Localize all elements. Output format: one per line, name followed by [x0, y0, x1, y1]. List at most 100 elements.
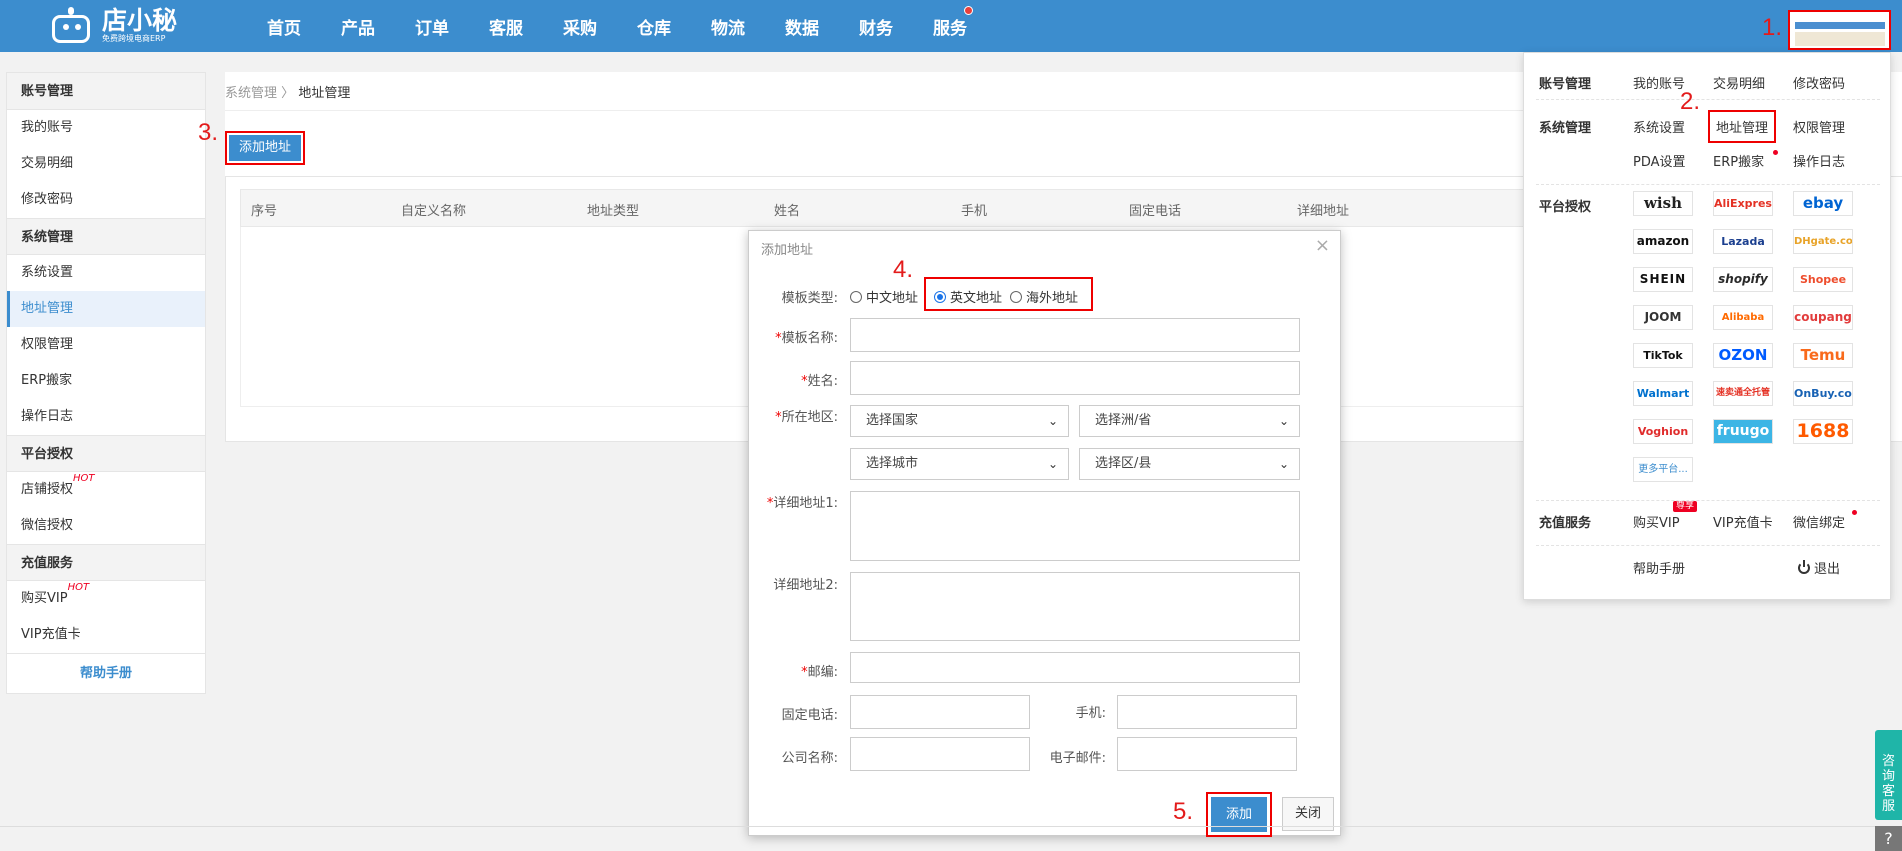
sidebar-help-link[interactable]: 帮助手册: [7, 653, 205, 693]
platform-wish[interactable]: wish: [1633, 191, 1693, 216]
nav-warehouse[interactable]: 仓库: [617, 14, 691, 39]
buy-vip-label: 购买VIP: [21, 591, 68, 606]
add-address-label: 添加地址: [229, 135, 301, 161]
sidebar-item-transactions[interactable]: 交易明细: [7, 146, 205, 182]
radio-circle: [850, 290, 862, 303]
sidebar-item-permissions[interactable]: 权限管理: [7, 327, 205, 363]
platform-lazada[interactable]: Lazada: [1713, 229, 1773, 254]
nav-data[interactable]: 数据: [765, 14, 839, 39]
dd-help-manual[interactable]: 帮助手册: [1633, 558, 1685, 577]
col-index: 序号: [251, 204, 278, 219]
sidebar-item-erp-migration[interactable]: ERP搬家: [7, 363, 205, 399]
platform-onbuy[interactable]: OnBuy.com: [1793, 381, 1853, 406]
zip-input[interactable]: [850, 652, 1300, 683]
name-input[interactable]: [850, 361, 1300, 395]
dd-buy-vip[interactable]: 购买VIP: [1633, 512, 1680, 531]
address2-label: 详细地址2:: [773, 578, 838, 593]
notification-dot: [964, 5, 973, 15]
radio-english-address[interactable]: 英文地址: [934, 287, 1002, 306]
address2-textarea[interactable]: [850, 572, 1300, 641]
sidebar-item-my-account[interactable]: 我的账号: [7, 110, 205, 146]
radio-overseas-address[interactable]: 海外地址: [1010, 287, 1078, 306]
radio-chinese-address[interactable]: 中文地址: [850, 287, 918, 306]
nav-logistics[interactable]: 物流: [691, 14, 765, 39]
sidebar-item-wechat-auth[interactable]: 微信授权: [7, 508, 205, 544]
state-select[interactable]: 选择洲/省 ⌄: [1079, 405, 1300, 437]
logout-label: 退出: [1814, 562, 1841, 577]
city-select[interactable]: 选择城市 ⌄: [850, 448, 1069, 480]
platform-aliexpress-managed[interactable]: 速卖通全托管: [1713, 381, 1773, 406]
logout-button[interactable]: 退出: [1798, 558, 1840, 577]
platform-walmart[interactable]: Walmart: [1633, 381, 1693, 406]
dd-wechat-bind[interactable]: 微信绑定: [1793, 512, 1845, 531]
platform-aliexpress[interactable]: AliExpress: [1713, 191, 1773, 216]
sidebar-section-system: 系统管理: [7, 218, 205, 255]
platform-tiktok[interactable]: TikTok: [1633, 343, 1693, 368]
dd-system-settings[interactable]: 系统设置: [1633, 117, 1685, 136]
nav-home[interactable]: 首页: [247, 14, 321, 39]
vip-exclusive-badge: 尊享: [1673, 501, 1698, 512]
store-auth-label: 店铺授权: [21, 482, 74, 497]
help-question-icon[interactable]: ?: [1875, 826, 1902, 851]
dd-erp-migration[interactable]: ERP搬家: [1713, 151, 1764, 170]
dd-pda-settings[interactable]: PDA设置: [1633, 151, 1686, 170]
platform-joom[interactable]: JOOM: [1633, 305, 1693, 330]
breadcrumb-parent[interactable]: 系统管理: [225, 86, 277, 101]
sidebar-item-buy-vip[interactable]: 购买VIPHOT: [7, 581, 205, 617]
platform-ozon[interactable]: OZON: [1713, 343, 1773, 368]
hot-badge: HOT: [73, 473, 95, 484]
phone-input[interactable]: [850, 695, 1030, 729]
more-platforms-link[interactable]: 更多平台...: [1633, 457, 1693, 482]
annotation-1: 1.: [1762, 14, 1783, 41]
nav-products[interactable]: 产品: [321, 14, 395, 39]
dd-change-password[interactable]: 修改密码: [1793, 73, 1845, 92]
nav-orders[interactable]: 订单: [395, 14, 469, 39]
platform-shopify[interactable]: shopify: [1713, 267, 1773, 292]
country-select[interactable]: 选择国家 ⌄: [850, 405, 1069, 437]
nav-purchase[interactable]: 采购: [543, 14, 617, 39]
nav-services[interactable]: 服务: [913, 5, 987, 39]
dd-vip-card[interactable]: VIP充值卡: [1713, 512, 1773, 531]
col-custom-name: 自定义名称: [401, 204, 467, 219]
annotation-5: 5.: [1173, 798, 1194, 825]
sidebar-item-change-password[interactable]: 修改密码: [7, 182, 205, 218]
close-icon[interactable]: ×: [1315, 235, 1330, 256]
template-name-input[interactable]: [850, 318, 1300, 352]
platform-fruugo[interactable]: fruugo: [1713, 419, 1773, 444]
sidebar-item-system-settings[interactable]: 系统设置: [7, 255, 205, 291]
platform-alibaba[interactable]: Alibaba: [1713, 305, 1773, 330]
dd-my-account[interactable]: 我的账号: [1633, 73, 1685, 92]
consult-service-widget[interactable]: 咨询客服: [1875, 730, 1902, 820]
platform-shopee[interactable]: Shopee: [1793, 267, 1853, 292]
sidebar-item-address-management[interactable]: 地址管理: [7, 291, 205, 327]
user-account-menu[interactable]: [1788, 10, 1891, 50]
platform-ebay[interactable]: ebay: [1793, 191, 1853, 216]
platform-dhgate[interactable]: DHgate.com: [1793, 229, 1853, 254]
top-navbar: 店小秘 免费跨境电商ERP 首页 产品 订单 客服 采购 仓库 物流 数据 财务…: [0, 0, 1902, 52]
platform-1688[interactable]: 1688: [1793, 419, 1853, 444]
platform-voghion[interactable]: Voghion: [1633, 419, 1693, 444]
address1-textarea[interactable]: [850, 491, 1300, 561]
nav-customer-service[interactable]: 客服: [469, 14, 543, 39]
chevron-down-icon: ⌄: [1047, 457, 1058, 471]
dd-address-management[interactable]: 地址管理: [1708, 110, 1777, 143]
logo[interactable]: 店小秘 免费跨境电商ERP: [46, 5, 177, 47]
sidebar-item-operation-log[interactable]: 操作日志: [7, 399, 205, 435]
platform-coupang[interactable]: coupang: [1793, 305, 1853, 330]
platform-temu[interactable]: Temu: [1793, 343, 1853, 368]
platform-shein[interactable]: SHEIN: [1633, 267, 1693, 292]
dd-transactions[interactable]: 交易明细: [1713, 73, 1765, 92]
sidebar-item-vip-card[interactable]: VIP充值卡: [7, 617, 205, 653]
submit-add-button[interactable]: 添加: [1206, 792, 1272, 837]
nav-finance[interactable]: 财务: [839, 14, 913, 39]
email-input[interactable]: [1117, 737, 1297, 771]
platform-amazon[interactable]: amazon: [1633, 229, 1693, 254]
mobile-input[interactable]: [1117, 695, 1297, 729]
dd-operation-log[interactable]: 操作日志: [1793, 151, 1845, 170]
company-input[interactable]: [850, 737, 1030, 771]
add-address-button[interactable]: 添加地址: [225, 131, 305, 165]
district-select[interactable]: 选择区/县 ⌄: [1079, 448, 1300, 480]
account-dropdown-menu: 账号管理 我的账号 交易明细 修改密码 系统管理 系统设置 地址管理 权限管理 …: [1523, 52, 1891, 600]
dd-permissions[interactable]: 权限管理: [1793, 117, 1845, 136]
sidebar-item-store-auth[interactable]: 店铺授权HOT: [7, 472, 205, 508]
